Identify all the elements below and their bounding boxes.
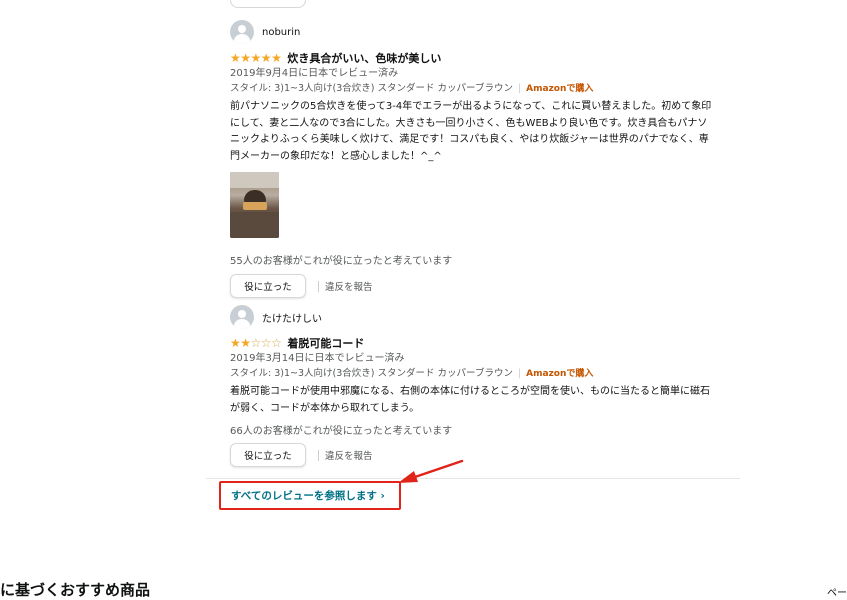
recommendations-heading: に基づくおすすめ商品 (0, 581, 151, 599)
report-abuse-link[interactable]: 違反を報告 (325, 279, 373, 293)
review-body-line: 前パナソニックの5合炊きを使って3-4年でエラーが出るようになって、これに買い替… (230, 101, 712, 112)
star-icon: ★ (240, 51, 251, 65)
verified-purchase-badge: Amazonで購入 (526, 84, 594, 94)
review-body-line: 門メーカーの象印だな！と感心しました！^_^ (230, 150, 442, 162)
review-card: たけたけしい ★ ★ ☆ ☆ ☆ 着脱可能コード 2019年3月14日に日本でレ… (230, 304, 740, 467)
star-icon: ★ (240, 336, 251, 350)
helpful-count: 55人のお客様がこれが役に立ったと考えています (230, 256, 453, 267)
review-body: 前パナソニックの5合炊きを使って3-4年でエラーが出るようになって、これに買い替… (230, 99, 740, 165)
product-style[interactable]: スタイル: 3)1~3人向け(3合炊き) スタンダード カッパーブラウン (230, 83, 513, 94)
see-all-reviews-link[interactable]: すべてのレビューを参照します › (231, 488, 385, 503)
avatar-icon (230, 20, 254, 44)
review-body-line: が弱く、コードが本体から取れてしまう。 (230, 402, 420, 414)
divider (318, 280, 319, 292)
review-card: noburin ★ ★ ★ ★ ★ 炊き具合がいい、色味が美しい 2019年9月… (230, 19, 740, 298)
star-icon: ★ (271, 51, 282, 65)
helpful-count: 66人のお客様がこれが役に立ったと考えています (230, 426, 453, 437)
report-abuse-link[interactable]: 違反を報告 (325, 448, 373, 462)
review-body-line: ニックよりふっくら美味しく炊けて、満足です！コスパも良く、やはり炊飯ジャーは世界… (230, 134, 709, 145)
review-style-row: スタイル: 3)1~3人向け(3合炊き) スタンダード カッパーブラウン | Ama… (230, 368, 594, 379)
star-outline-icon: ☆ (271, 336, 282, 350)
reviewer-name[interactable]: たけたけしい (262, 310, 322, 325)
reviewer-profile[interactable]: たけたけしい (230, 304, 740, 330)
star-rating[interactable]: ★ ★ ☆ ☆ ☆ (230, 336, 282, 350)
review-body-line: にして、妻と二人なので3合にした。大きさも一回り小さく、色もWEBより良い色です… (230, 117, 708, 129)
star-icon: ★ (260, 51, 272, 65)
review-photo[interactable] (230, 172, 279, 238)
star-outline-icon: ☆ (250, 336, 262, 350)
review-body-line: 着脱可能コードが使用中邪魔になる、右側の本体に付けるところが空間を使い、ものに当… (230, 386, 710, 397)
review-date: 2019年3月14日に日本でレビュー済み (230, 353, 405, 364)
avatar-icon (230, 305, 254, 329)
star-icon: ★ (230, 336, 241, 350)
star-icon: ★ (230, 51, 241, 65)
review-title[interactable]: 炊き具合がいい、色味が美しい (287, 50, 441, 66)
review-body: 着脱可能コードが使用中邪魔になる、右側の本体に付けるところが空間を使い、ものに当… (230, 384, 740, 417)
review-style-row: スタイル: 3)1~3人向け(3合炊き) スタンダード カッパーブラウン | Ama… (230, 83, 594, 94)
arrow-annotation (398, 459, 464, 483)
reviewer-name[interactable]: noburin (262, 27, 300, 38)
previous-helpful-button-edge[interactable] (230, 0, 306, 8)
divider (318, 449, 319, 461)
page-indicator: ペー (827, 588, 847, 599)
review-title[interactable]: 着脱可能コード (287, 335, 364, 351)
star-outline-icon: ☆ (260, 336, 272, 350)
helpful-button[interactable]: 役に立った (230, 443, 306, 467)
star-rating[interactable]: ★ ★ ★ ★ ★ (230, 51, 282, 65)
verified-purchase-badge: Amazonで購入 (526, 369, 594, 379)
reviewer-profile[interactable]: noburin (230, 19, 740, 45)
helpful-button[interactable]: 役に立った (230, 274, 306, 298)
star-icon: ★ (250, 51, 262, 65)
review-date: 2019年9月4日に日本でレビュー済み (230, 68, 399, 79)
product-style[interactable]: スタイル: 3)1~3人向け(3合炊き) スタンダード カッパーブラウン (230, 368, 513, 379)
section-divider (206, 478, 740, 479)
